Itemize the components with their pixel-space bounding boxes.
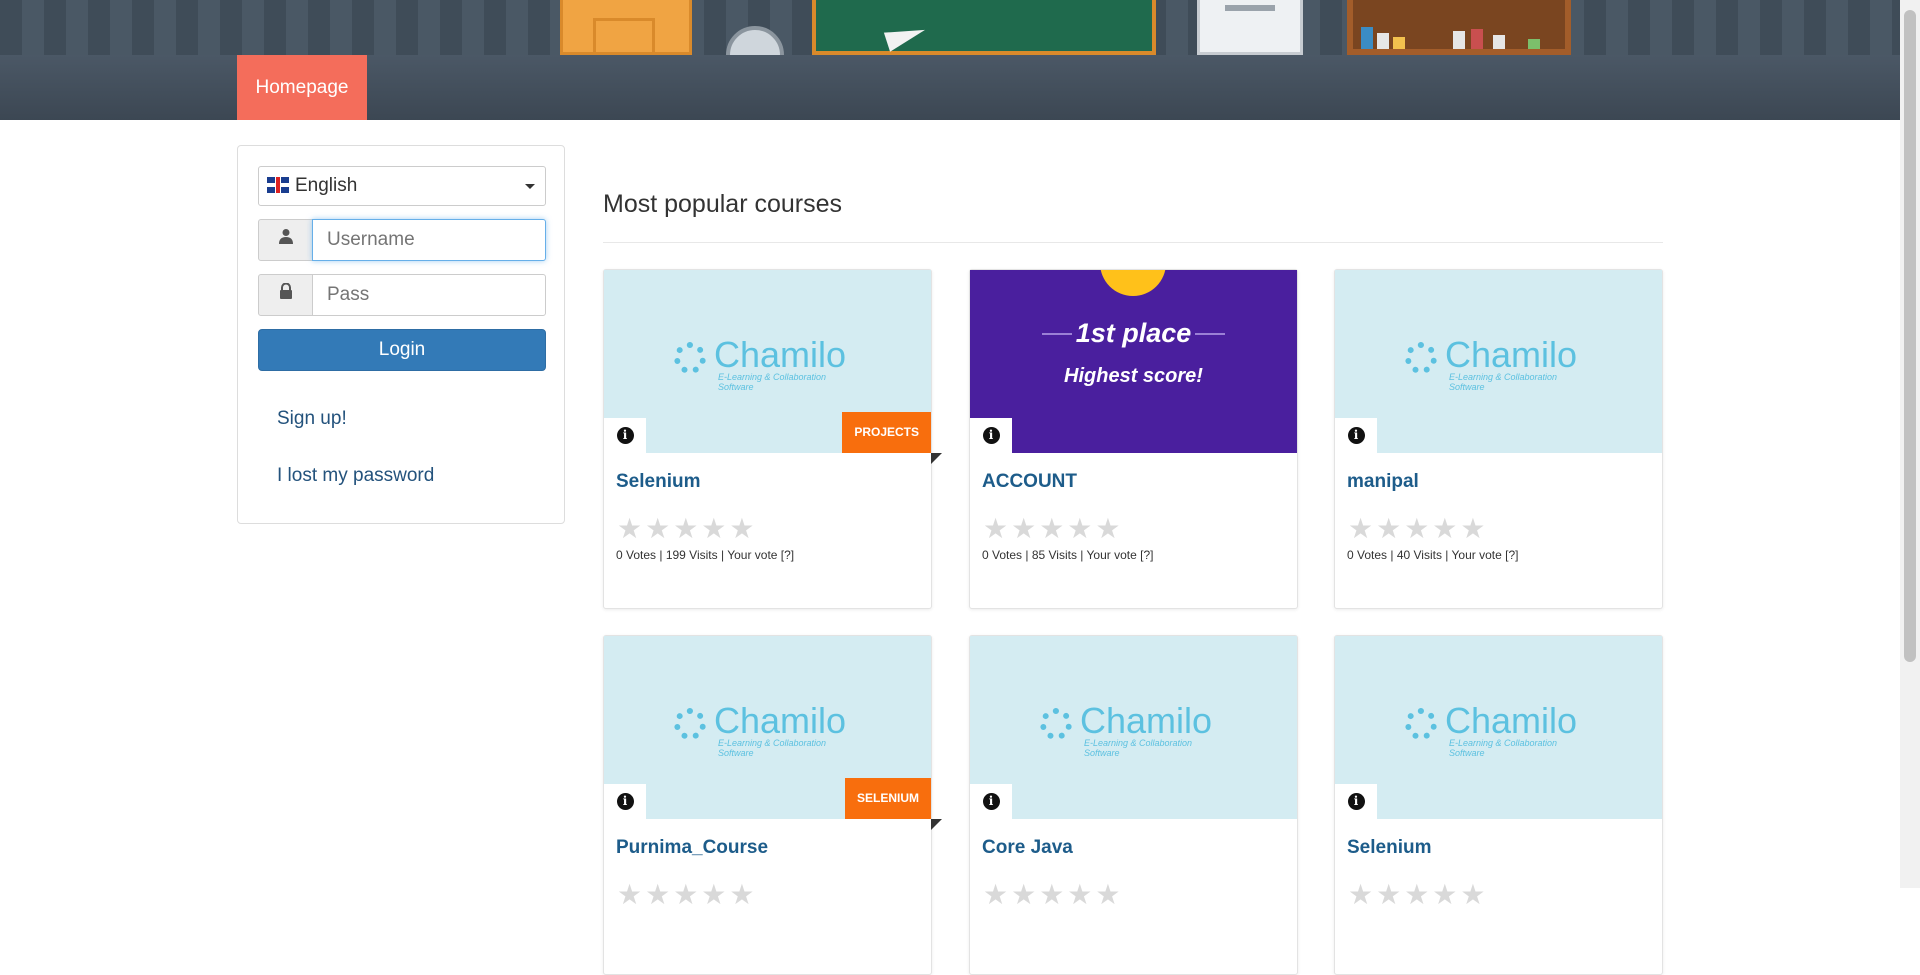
course-image[interactable]: 1st place Highest score! i bbox=[970, 270, 1297, 453]
chamilo-logo: Chamilo E-Learning & Collaboration Softwa… bbox=[1040, 700, 1230, 758]
rating-stars[interactable]: ★★★★★ bbox=[617, 878, 758, 911]
course-image[interactable]: Chamilo E-Learning & Collaboration Softwa… bbox=[604, 270, 931, 453]
info-icon: i bbox=[982, 793, 1000, 811]
info-button[interactable]: i bbox=[1335, 784, 1377, 819]
bookshelf-illustration bbox=[1347, 0, 1571, 55]
course-image[interactable]: Chamilo E-Learning & Collaboration Softwa… bbox=[604, 636, 931, 819]
chevron-down-icon bbox=[525, 184, 535, 189]
password-input[interactable] bbox=[312, 274, 546, 316]
info-icon: i bbox=[616, 427, 634, 445]
language-select[interactable]: English bbox=[258, 166, 546, 206]
course-title-link[interactable]: manipal bbox=[1347, 471, 1419, 493]
course-card[interactable]: Chamilo E-Learning & Collaboration Softwa… bbox=[1334, 635, 1663, 975]
info-icon: i bbox=[1347, 793, 1365, 811]
info-icon: i bbox=[616, 793, 634, 811]
language-select-value: English bbox=[295, 175, 358, 196]
course-title-link[interactable]: Purnima_Course bbox=[616, 837, 768, 859]
course-stats: 0 Votes | 85 Visits | Your vote [?] bbox=[982, 548, 1154, 562]
chamilo-logo: Chamilo E-Learning & Collaboration Softwa… bbox=[674, 700, 864, 758]
rating-stars[interactable]: ★★★★★ bbox=[1348, 878, 1489, 911]
course-title-link[interactable]: Selenium bbox=[1347, 837, 1431, 859]
info-button[interactable]: i bbox=[970, 418, 1012, 453]
chamilo-logo: Chamilo E-Learning & Collaboration Softwa… bbox=[1405, 700, 1595, 758]
course-stats: 0 Votes | 199 Visits | Your vote [?] bbox=[616, 548, 795, 562]
course-card[interactable]: Chamilo E-Learning & Collaboration Softwa… bbox=[603, 269, 942, 609]
uk-flag-icon bbox=[267, 177, 289, 193]
username-input[interactable] bbox=[312, 219, 546, 261]
lost-password-link[interactable]: I lost my password bbox=[277, 465, 434, 487]
course-title-link[interactable]: ACCOUNT bbox=[982, 471, 1077, 493]
login-button[interactable]: Login bbox=[258, 329, 546, 371]
rating-stars[interactable]: ★★★★★ bbox=[617, 512, 758, 545]
course-image[interactable]: Chamilo E-Learning & Collaboration Softwa… bbox=[1335, 636, 1662, 819]
course-card[interactable]: 1st place Highest score! i ACCOUNT ★★★★★… bbox=[969, 269, 1298, 609]
login-panel: English Login Sign up! I lost my passwor… bbox=[237, 145, 565, 524]
course-card[interactable]: Chamilo E-Learning & Collaboration Softwa… bbox=[603, 635, 942, 975]
clock-illustration bbox=[726, 26, 784, 55]
chalkboard-illustration bbox=[812, 0, 1156, 55]
rating-stars[interactable]: ★★★★★ bbox=[983, 512, 1124, 545]
section-divider bbox=[603, 242, 1663, 243]
door-illustration bbox=[560, 0, 692, 55]
chamilo-logo: Chamilo E-Learning & Collaboration Softwa… bbox=[1405, 334, 1595, 392]
info-button[interactable]: i bbox=[604, 418, 646, 453]
course-title-link[interactable]: Selenium bbox=[616, 471, 700, 493]
nav-homepage-tab[interactable]: Homepage bbox=[237, 55, 367, 120]
course-title-link[interactable]: Core Java bbox=[982, 837, 1073, 859]
category-badge: SELENIUM bbox=[844, 778, 931, 819]
course-image[interactable]: Chamilo E-Learning & Collaboration Softwa… bbox=[970, 636, 1297, 819]
info-icon: i bbox=[982, 427, 1000, 445]
scrollbar-thumb[interactable] bbox=[1904, 10, 1916, 662]
user-icon bbox=[258, 219, 313, 261]
course-card[interactable]: Chamilo E-Learning & Collaboration Softwa… bbox=[969, 635, 1298, 975]
lock-icon bbox=[258, 274, 313, 316]
category-badge: PROJECTS bbox=[842, 412, 931, 453]
username-group bbox=[258, 219, 546, 261]
signup-link[interactable]: Sign up! bbox=[277, 408, 347, 430]
password-group bbox=[258, 274, 546, 316]
header-banner bbox=[0, 0, 1920, 55]
prize-image: 1st place Highest score! bbox=[970, 270, 1297, 453]
course-card[interactable]: Chamilo E-Learning & Collaboration Softwa… bbox=[1334, 269, 1663, 609]
section-title: Most popular courses bbox=[603, 190, 843, 218]
info-button[interactable]: i bbox=[1335, 418, 1377, 453]
info-icon: i bbox=[1347, 427, 1365, 445]
rating-stars[interactable]: ★★★★★ bbox=[1348, 512, 1489, 545]
page-scrollbar[interactable] bbox=[1900, 0, 1920, 888]
rating-stars[interactable]: ★★★★★ bbox=[983, 878, 1124, 911]
chamilo-logo: Chamilo E-Learning & Collaboration Softwa… bbox=[674, 334, 864, 392]
main-navbar: Homepage bbox=[0, 55, 1900, 120]
course-stats: 0 Votes | 40 Visits | Your vote [?] bbox=[1347, 548, 1519, 562]
info-button[interactable]: i bbox=[604, 784, 646, 819]
course-image[interactable]: Chamilo E-Learning & Collaboration Softwa… bbox=[1335, 270, 1662, 453]
cabinet-illustration bbox=[1197, 0, 1303, 55]
info-button[interactable]: i bbox=[970, 784, 1012, 819]
